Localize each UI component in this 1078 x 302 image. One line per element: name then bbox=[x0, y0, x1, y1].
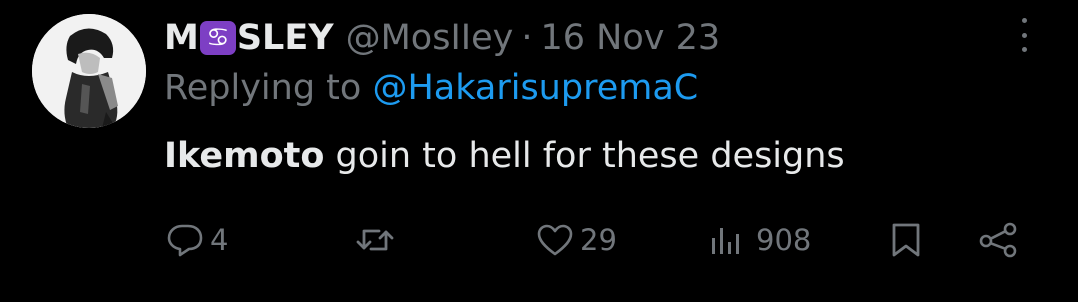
share-icon bbox=[979, 222, 1017, 258]
separator-dot: · bbox=[521, 18, 533, 58]
tweet-date[interactable]: 16 Nov 23 bbox=[541, 18, 721, 58]
reply-count: 4 bbox=[210, 223, 229, 257]
tweet-text: Ikemoto goin to hell for these designs bbox=[164, 136, 845, 176]
display-name-prefix: M bbox=[164, 18, 199, 58]
bookmark-button[interactable] bbox=[889, 220, 923, 260]
views-button[interactable]: 908 bbox=[710, 220, 811, 260]
user-handle[interactable]: @MosIIey bbox=[346, 18, 514, 58]
tweet-text-bold: Ikemoto bbox=[164, 136, 325, 176]
more-icon[interactable] bbox=[1012, 18, 1036, 52]
replying-to-handle[interactable]: @HakarisupremaC bbox=[372, 68, 698, 108]
retweet-icon bbox=[356, 229, 394, 251]
like-button[interactable]: 29 bbox=[536, 220, 617, 260]
reply-icon bbox=[167, 224, 203, 257]
avatar[interactable] bbox=[32, 14, 146, 128]
retweet-button[interactable] bbox=[355, 220, 395, 260]
replying-to: Replying to @HakarisupremaC bbox=[164, 68, 698, 108]
views-icon bbox=[712, 228, 739, 254]
replying-label: Replying to bbox=[164, 68, 362, 108]
share-button[interactable] bbox=[976, 220, 1022, 260]
display-name-suffix: SLEY bbox=[236, 18, 334, 58]
tweet-header: M ♋ SLEY @MosIIey · 16 Nov 23 bbox=[164, 10, 720, 66]
like-icon bbox=[537, 224, 573, 256]
bookmark-icon bbox=[892, 223, 920, 257]
display-name[interactable]: M ♋ SLEY bbox=[164, 18, 334, 58]
like-count: 29 bbox=[580, 223, 617, 257]
cancer-zodiac-icon: ♋ bbox=[199, 21, 236, 55]
view-count: 908 bbox=[756, 223, 812, 257]
reply-button[interactable]: 4 bbox=[166, 220, 228, 260]
tweet-text-rest: goin to hell for these designs bbox=[324, 136, 845, 176]
